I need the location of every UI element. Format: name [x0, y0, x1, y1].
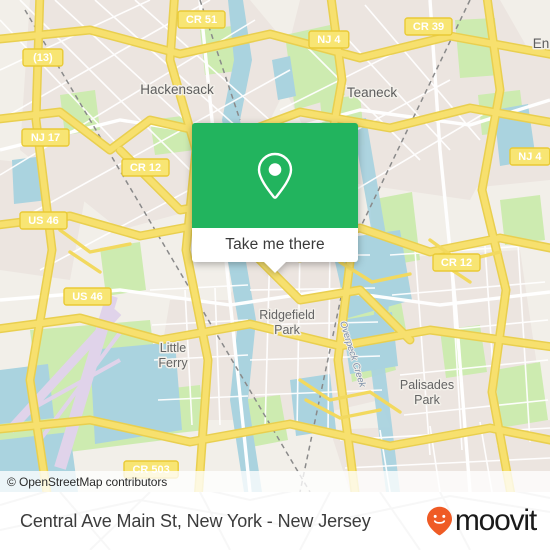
road-shield-label: CR 12	[441, 257, 472, 269]
map-place-label: Ridgefield	[259, 308, 315, 322]
page-title: Central Ave Main St, New York - New Jers…	[20, 510, 371, 531]
map-place-label: Hackensack	[140, 82, 214, 97]
location-popup-card[interactable]: Take me there	[192, 123, 358, 273]
road-shield: CR 12	[121, 158, 170, 177]
map-place-label: Little	[160, 341, 186, 355]
map-place-label: Park	[414, 393, 440, 407]
road-shield: US 46	[63, 287, 112, 306]
road-shield: CR 51	[177, 10, 226, 29]
road-shield-label: US 46	[28, 215, 59, 227]
map-place-label: En	[533, 36, 550, 51]
road-shield: CR 39	[404, 17, 453, 36]
road-shield-label: CR 51	[186, 14, 217, 26]
map-place-label: Ferry	[158, 356, 188, 370]
road-shield-label: NJ 4	[317, 34, 341, 46]
moovit-brand[interactable]: moovit	[426, 504, 537, 537]
map-pin-icon	[257, 152, 293, 199]
popup-icon-area	[192, 123, 358, 228]
map-screenshot-root: Hackensack Teaneck Ridgefield Park Little Fer…	[0, 0, 550, 550]
footer-bar: Central Ave Main St, New York - New Jers…	[0, 492, 550, 550]
road-shield-label: US 46	[72, 291, 103, 303]
popup-cta-area[interactable]: Take me there	[192, 228, 358, 262]
osm-attribution[interactable]: © OpenStreetMap contributors	[0, 471, 550, 492]
road-shield-label: (13)	[33, 52, 53, 64]
popup-tail-arrow	[264, 262, 286, 273]
road-shield: CR 12	[432, 253, 481, 272]
road-shield-label: NJ 4	[518, 151, 542, 163]
road-shield-label: CR 12	[130, 162, 161, 174]
road-shield: NJ 4	[509, 147, 550, 166]
moovit-smiley-pin-icon	[426, 506, 452, 536]
road-shield-label: NJ 17	[31, 132, 60, 144]
road-shield: NJ 17	[21, 128, 70, 147]
moovit-wordmark: moovit	[454, 504, 537, 537]
take-me-there-label: Take me there	[225, 236, 325, 253]
attribution-text: © OpenStreetMap contributors	[7, 474, 168, 489]
road-shield-label: CR 39	[413, 21, 444, 33]
map-place-label: Palisades	[400, 378, 454, 392]
map-place-label: Teaneck	[347, 85, 398, 100]
road-shield: US 46	[19, 211, 68, 230]
road-shield: (13)	[22, 48, 64, 67]
map-place-label: Park	[274, 323, 300, 337]
road-shield: NJ 4	[308, 30, 350, 49]
